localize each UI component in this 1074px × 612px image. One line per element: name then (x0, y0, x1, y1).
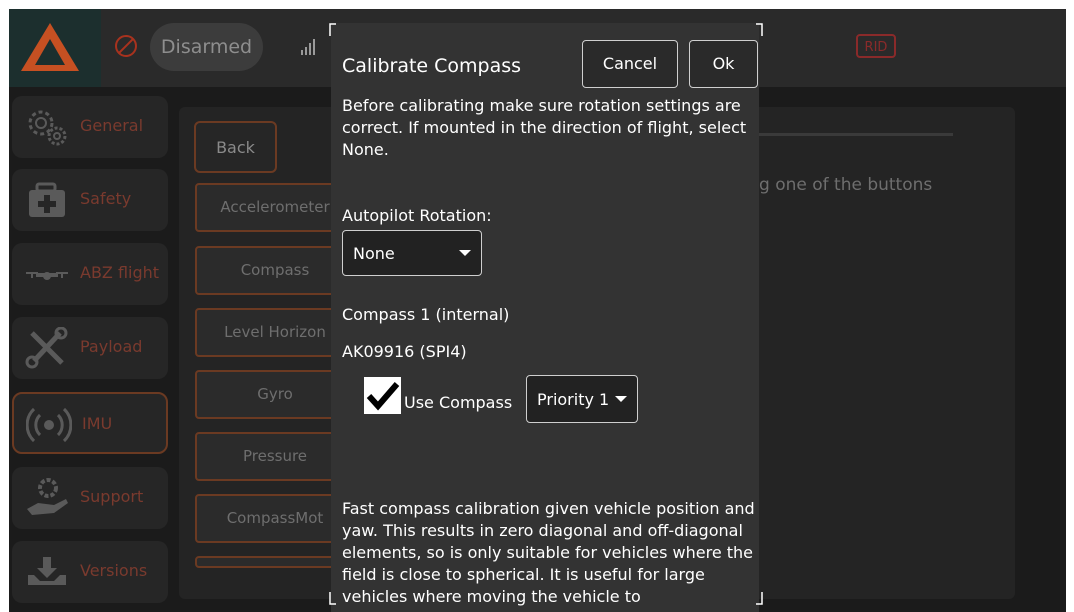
scroll-corner-top-right-icon (756, 23, 763, 36)
nav-label-support: Support (80, 487, 144, 506)
support-hand-icon (27, 478, 68, 515)
broadcast-icon (26, 407, 72, 443)
fast-calibration-description: Fast compass calibration given vehicle p… (342, 499, 755, 606)
armed-status-pill[interactable]: Disarmed (150, 23, 263, 71)
tools-icon (25, 327, 68, 369)
autopilot-rotation-label: Autopilot Rotation: (342, 206, 492, 225)
priority-select[interactable]: Priority 1 (526, 375, 638, 423)
nav-item-payload[interactable]: Payload (12, 317, 168, 379)
compass-id-label: AK09916 (SPI4) (342, 342, 467, 361)
calibration-hint: g one of the buttons (759, 175, 933, 195)
download-tray-icon (28, 557, 66, 585)
back-button[interactable]: Back (194, 121, 277, 173)
scroll-corner-top-left-icon (329, 23, 336, 36)
nav-item-imu[interactable]: IMU (12, 392, 168, 454)
rotation-instructions: Before calibrating make sure rotation se… (342, 96, 747, 159)
logo-icon (21, 23, 79, 71)
use-compass-checkbox[interactable] (364, 377, 401, 414)
app-logo[interactable] (9, 9, 101, 87)
progress-bar (759, 133, 953, 136)
nav-item-general[interactable]: General (12, 96, 168, 158)
chevron-down-icon (615, 396, 627, 402)
nav-item-abz-flight[interactable]: ABZ flight (12, 243, 168, 305)
nav-label-versions: Versions (80, 561, 148, 580)
nav-label-imu: IMU (82, 414, 113, 433)
gears-icon (28, 110, 67, 146)
ok-button[interactable]: Ok (689, 40, 758, 88)
drone-icon (26, 272, 68, 280)
autopilot-rotation-select[interactable]: None (342, 230, 482, 276)
nav-label-safety: Safety (80, 189, 132, 208)
priority-value: Priority 1 (537, 390, 610, 409)
checkmark-icon (366, 382, 400, 411)
remote-id-indicator[interactable]: RID (856, 34, 896, 58)
signal-strength-icon (301, 39, 315, 55)
first-aid-icon (29, 182, 65, 217)
calibrate-compass-dialog: Calibrate Compass Cancel Ok Before calib… (331, 23, 759, 612)
scroll-corner-bottom-right-icon (756, 592, 763, 605)
chevron-down-icon (459, 250, 471, 256)
autopilot-rotation-value: None (353, 244, 395, 263)
nav-item-versions[interactable]: Versions (12, 541, 168, 603)
nav-item-safety[interactable]: Safety (12, 169, 168, 231)
nav-label-payload: Payload (80, 337, 143, 356)
scroll-corner-bottom-left-icon (329, 592, 336, 605)
use-compass-label: Use Compass (404, 393, 513, 412)
dialog-title: Calibrate Compass (342, 55, 522, 77)
nav-label-abz-flight: ABZ flight (80, 263, 160, 282)
prohibited-icon[interactable] (114, 34, 138, 58)
app-window: Disarmed RID General Safety ABZ flight P… (9, 9, 1066, 612)
nav-item-support[interactable]: Support (12, 467, 168, 529)
compass-name-label: Compass 1 (internal) (342, 305, 510, 324)
nav-label-general: General (80, 116, 144, 135)
cancel-button[interactable]: Cancel (582, 40, 678, 88)
